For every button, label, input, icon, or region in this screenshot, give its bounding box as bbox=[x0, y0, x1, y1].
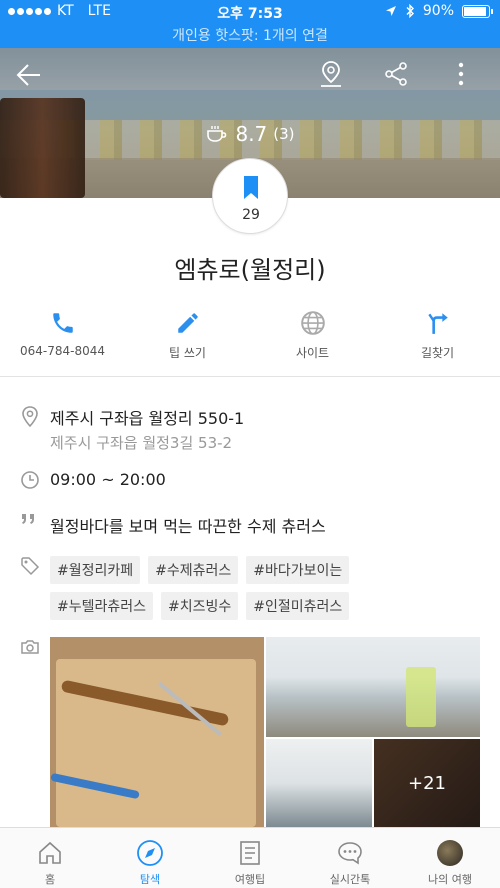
tag-list: #월정리카페 #수제츄러스 #바다가보이는 #누텔라츄러스 #치즈빙수 #인절미… bbox=[50, 556, 380, 620]
battery-percent: 90% bbox=[422, 3, 454, 19]
clock-icon bbox=[21, 471, 39, 489]
place-title: 엠츄로(월정리) bbox=[174, 256, 326, 284]
phone-icon bbox=[52, 313, 73, 333]
section-divider bbox=[0, 376, 500, 377]
rating: 8.7 (3) bbox=[0, 122, 500, 146]
compass-icon bbox=[137, 840, 163, 866]
phone-number-label: 064-784-8044 bbox=[19, 344, 105, 358]
bookmark-button[interactable]: 29 bbox=[212, 158, 288, 234]
tab-label: 여행팁 bbox=[234, 873, 266, 886]
call-button[interactable]: 064-784-8044 bbox=[0, 306, 125, 376]
photo-grid: +21 bbox=[50, 637, 480, 827]
chat-bubble-icon bbox=[338, 842, 362, 865]
bluetooth-icon bbox=[406, 4, 414, 18]
tag-chip[interactable]: #월정리카페 bbox=[50, 556, 141, 584]
road-address: 제주시 구좌읍 월정3길 53-2 bbox=[50, 434, 233, 452]
tab-travel-tips[interactable]: 여행팁 bbox=[200, 828, 300, 888]
tab-my-trip[interactable]: 나의 여행 bbox=[400, 828, 500, 888]
battery-icon bbox=[462, 4, 493, 18]
photo-more[interactable]: +21 bbox=[374, 739, 480, 827]
business-hours: 09:00 ~ 20:00 bbox=[50, 470, 166, 489]
tab-explore[interactable]: 탐색 bbox=[100, 828, 200, 888]
tag-icon bbox=[21, 557, 40, 576]
tab-home[interactable]: 홈 bbox=[0, 828, 100, 888]
hotspot-banner[interactable]: 개인용 핫스팟: 1개의 연결 bbox=[0, 25, 500, 45]
write-tip-button[interactable]: 팁 쓰기 bbox=[125, 306, 250, 376]
globe-icon bbox=[300, 311, 325, 335]
tag-chip[interactable]: #수제츄러스 bbox=[148, 556, 239, 584]
directions-icon bbox=[427, 313, 448, 334]
website-label: 사이트 bbox=[295, 346, 330, 360]
quote-icon bbox=[22, 514, 34, 524]
description: 월정바다를 보며 먹는 따끈한 수제 츄러스 bbox=[50, 517, 326, 536]
more-vertical-icon[interactable] bbox=[454, 61, 468, 87]
coffee-cup-icon bbox=[207, 126, 227, 142]
tab-label: 나의 여행 bbox=[428, 873, 472, 886]
location-arrow-icon bbox=[385, 6, 396, 16]
tab-label: 홈 bbox=[44, 873, 56, 886]
photo-seaside[interactable] bbox=[266, 739, 372, 827]
photo-churros[interactable] bbox=[50, 637, 264, 827]
tab-label: 탐색 bbox=[139, 873, 161, 886]
address[interactable]: 제주시 구좌읍 월정리 550-1 bbox=[50, 405, 244, 429]
tab-label: 실시간톡 bbox=[329, 873, 371, 886]
bookmark-icon bbox=[244, 176, 258, 199]
tag-chip[interactable]: #누텔라츄러스 bbox=[50, 592, 154, 620]
camera-icon bbox=[21, 640, 39, 654]
rating-count: (3) bbox=[273, 125, 295, 143]
tag-chip[interactable]: #인절미츄러스 bbox=[246, 592, 350, 620]
tab-live-talk[interactable]: 실시간톡 bbox=[300, 828, 400, 888]
directions-button[interactable]: 길찾기 bbox=[375, 306, 500, 376]
bookmark-count: 29 bbox=[242, 207, 260, 223]
website-button[interactable]: 사이트 bbox=[250, 306, 375, 376]
home-icon bbox=[39, 841, 61, 864]
tag-chip[interactable]: #치즈빙수 bbox=[161, 592, 239, 620]
map-pin-icon[interactable] bbox=[319, 60, 343, 88]
action-bar: 064-784-8044 팁 쓰기 사이트 길찾기 bbox=[0, 306, 500, 376]
document-icon bbox=[240, 841, 260, 865]
pencil-icon bbox=[177, 313, 198, 333]
directions-label: 길찾기 bbox=[420, 346, 455, 360]
write-tip-label: 팁 쓰기 bbox=[169, 346, 206, 360]
back-arrow-icon[interactable] bbox=[16, 62, 42, 88]
bottom-tab-bar: 홈 탐색 여행팁 실시간톡 나의 여행 bbox=[0, 827, 500, 888]
location-pin-icon bbox=[22, 406, 38, 428]
photo-beach-drinks[interactable] bbox=[266, 637, 480, 737]
tag-chip[interactable]: #바다가보이는 bbox=[246, 556, 350, 584]
rating-score: 8.7 bbox=[235, 122, 268, 146]
more-photos-count: +21 bbox=[374, 739, 480, 827]
avatar bbox=[437, 840, 463, 866]
status-bar: KT LTE 오후 7:53 90% 개인용 핫스팟: 1개의 연결 bbox=[0, 0, 500, 48]
share-icon[interactable] bbox=[384, 61, 408, 87]
